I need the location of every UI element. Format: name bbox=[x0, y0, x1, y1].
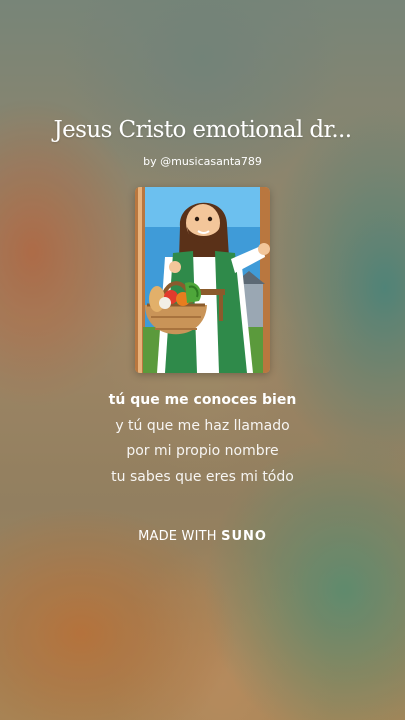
album-cover bbox=[135, 187, 270, 373]
suno-logo-text: SUNO bbox=[221, 529, 267, 544]
made-with-suno-credit: MADE WITH SUNO bbox=[0, 527, 405, 547]
lyric-line: tu sabes que eres mi tódo bbox=[111, 468, 294, 485]
lyrics-panel: tú que me conoces bien y tú que me haz l… bbox=[0, 388, 405, 490]
made-with-label: MADE WITH bbox=[138, 529, 217, 544]
lyric-line: y tú que me haz llamado bbox=[115, 417, 290, 434]
lyric-line: por mi propio nombre bbox=[126, 443, 279, 459]
lyric-line-current: tú que me conoces bien bbox=[108, 392, 297, 408]
cover-art-jesus-with-basket-icon bbox=[135, 187, 270, 373]
artist-byline: by @musicasanta789 bbox=[143, 155, 262, 168]
song-title: Jesus Cristo emotional dr... bbox=[53, 117, 353, 143]
song-card: Jesus Cristo emotional dr... by @musicas… bbox=[0, 0, 405, 720]
